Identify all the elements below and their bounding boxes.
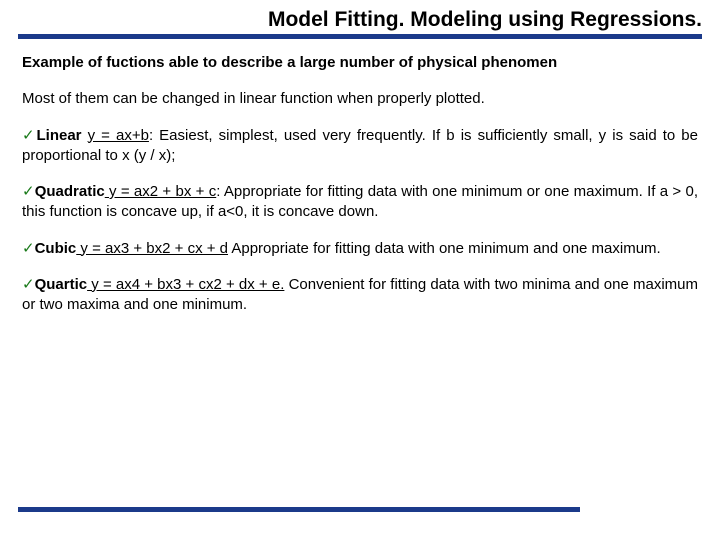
item-quartic-formula: y = ax4 + bx3 + cx2 + dx + e. <box>87 276 284 293</box>
item-quadratic-formula: y = ax2 + bx + c <box>105 183 216 200</box>
item-quartic: ✓Quartic y = ax4 + bx3 + cx2 + dx + e. C… <box>22 275 698 316</box>
item-linear: ✓Linear y = ax+b: Easiest, simplest, use… <box>22 126 698 167</box>
slide-title: Model Fitting. Modeling using Regression… <box>18 8 702 32</box>
check-icon: ✓ <box>22 127 36 144</box>
title-bar: Model Fitting. Modeling using Regression… <box>0 0 720 39</box>
check-icon: ✓ <box>22 276 35 293</box>
item-quadratic: ✓Quadratic y = ax2 + bx + c: Appropriate… <box>22 182 698 223</box>
item-cubic-name: Cubic <box>35 240 77 257</box>
item-quadratic-name: Quadratic <box>35 183 105 200</box>
check-icon: ✓ <box>22 240 35 257</box>
item-cubic: ✓Cubic y = ax3 + bx2 + cx + d Appropriat… <box>22 239 698 259</box>
item-cubic-desc: Appropriate for fitting data with one mi… <box>228 240 661 257</box>
intro-text: Most of them can be changed in linear fu… <box>22 89 698 109</box>
subheading: Example of fuctions able to describe a l… <box>22 53 698 73</box>
footer-rule <box>18 507 580 512</box>
slide-body: Example of fuctions able to describe a l… <box>0 39 720 315</box>
slide: Model Fitting. Modeling using Regression… <box>0 0 720 540</box>
item-linear-formula: y = ax+b <box>88 127 149 144</box>
check-icon: ✓ <box>22 183 35 200</box>
item-quartic-name: Quartic <box>35 276 88 293</box>
item-cubic-formula: y = ax3 + bx2 + cx + d <box>76 240 228 257</box>
item-linear-name: Linear <box>36 127 81 144</box>
